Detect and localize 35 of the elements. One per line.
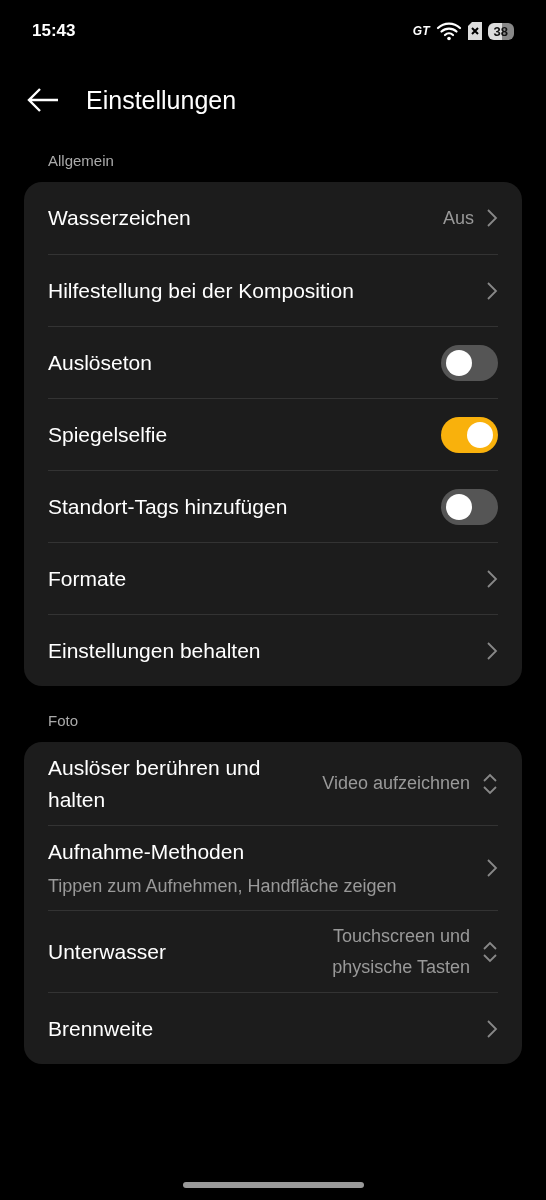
setting-title[interactable]: Aufnahme-Methoden [48, 836, 474, 868]
toggle-switch[interactable] [441, 488, 498, 525]
wifi-icon [435, 21, 462, 41]
section-label: Allgemein [47, 152, 115, 169]
chevron-right-icon [486, 568, 498, 589]
setting-title[interactable]: Einstellungen behalten [48, 634, 474, 667]
setting-value: Touchscreen und physische Tasten [331, 925, 470, 979]
up-down-icon [482, 939, 498, 964]
toggle-switch[interactable] [441, 416, 498, 453]
setting-title[interactable]: Auslöser berühren und halten [48, 752, 311, 815]
page-title: Einstellungen [86, 85, 237, 115]
network-type: GT [412, 24, 430, 38]
toggle-switch[interactable] [441, 344, 498, 381]
setting-value: Aus [442, 206, 474, 230]
section-label: Foto [47, 712, 79, 729]
setting-title[interactable]: Brennweite [48, 1013, 474, 1045]
setting-description: Tippen zum Aufnehmen, Handfläche zeigen [48, 874, 398, 898]
chevron-right-icon [486, 858, 498, 879]
chevron-right-icon [486, 1019, 498, 1039]
up-down-icon [482, 771, 498, 796]
setting-title[interactable]: Standort-Tags hinzufügen [48, 490, 429, 523]
setting-title[interactable]: Hilfestellung bei der Komposition [48, 274, 474, 307]
back-arrow-icon[interactable] [26, 87, 60, 113]
chevron-right-icon [486, 208, 498, 228]
chevron-right-icon [486, 640, 498, 661]
setting-title[interactable]: Auslöseton [48, 346, 429, 379]
setting-title[interactable]: Formate [48, 562, 474, 595]
setting-title[interactable]: Spiegelselfie [48, 418, 429, 451]
setting-title[interactable]: Unterwasser [48, 936, 268, 968]
setting-value: Video aufzeichnen [322, 772, 470, 796]
sim-card-icon [467, 22, 482, 40]
setting-title[interactable]: Wasserzeichen [48, 202, 431, 234]
battery-level: 38 [487, 22, 514, 40]
status-time: 15:43 [32, 21, 76, 41]
chevron-right-icon [486, 280, 498, 301]
